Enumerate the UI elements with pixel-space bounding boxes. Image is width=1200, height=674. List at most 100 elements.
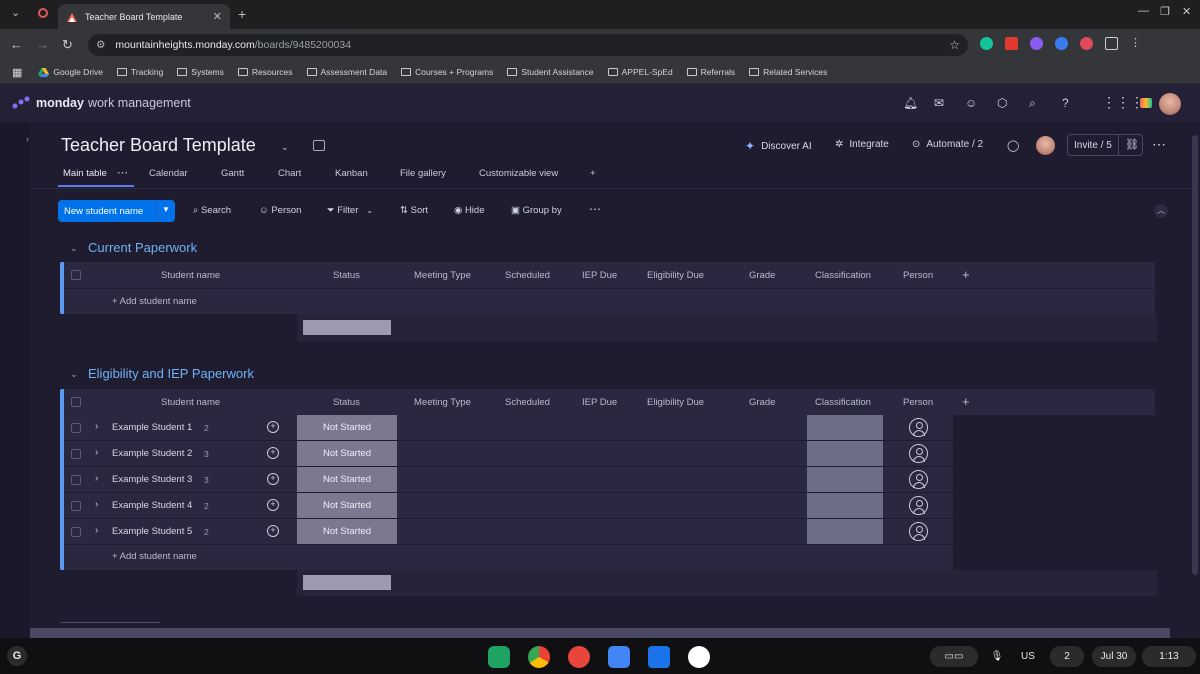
group-collapse-chevron-icon[interactable]: ⌄ bbox=[70, 369, 78, 380]
row-checkbox[interactable] bbox=[71, 475, 81, 485]
status-cell[interactable]: Not Started bbox=[297, 493, 397, 518]
expand-row-chevron-icon[interactable]: › bbox=[95, 525, 98, 536]
vertical-scrollbar[interactable] bbox=[1192, 135, 1198, 575]
column-header-classification[interactable]: Classification bbox=[815, 397, 871, 408]
person-filter-button[interactable]: ☺ Person bbox=[259, 205, 301, 216]
chrome-app-icon[interactable] bbox=[528, 646, 550, 668]
column-header-meeting-type[interactable]: Meeting Type bbox=[414, 270, 471, 281]
bookmark-student-assistance[interactable]: Student Assistance bbox=[507, 67, 594, 77]
expand-sidebar-icon[interactable]: › bbox=[26, 134, 29, 144]
student-name-cell[interactable]: Example Student 2 bbox=[112, 448, 192, 459]
paint-app-icon[interactable] bbox=[568, 646, 590, 668]
docs-app-icon[interactable] bbox=[608, 646, 630, 668]
person-assign-icon[interactable] bbox=[909, 444, 928, 463]
notifications-bell-icon[interactable]: 🔔︎ bbox=[903, 96, 918, 110]
status-cell[interactable]: Not Started bbox=[297, 441, 397, 466]
classification-cell[interactable] bbox=[807, 415, 883, 440]
add-column-button[interactable]: + bbox=[962, 394, 970, 409]
column-header-status[interactable]: Status bbox=[333, 397, 360, 408]
close-tab-icon[interactable]: ✕ bbox=[213, 10, 222, 23]
new-item-dropdown-icon[interactable]: ▼ bbox=[162, 205, 170, 214]
bookmark-systems[interactable]: Systems bbox=[177, 67, 224, 77]
column-header-grade[interactable]: Grade bbox=[749, 270, 775, 281]
column-header-classification[interactable]: Classification bbox=[815, 270, 871, 281]
apps-grid-icon[interactable]: ▦ bbox=[12, 66, 22, 79]
column-header-student-name[interactable]: Student name bbox=[161, 397, 220, 408]
student-name-cell[interactable]: Example Student 1 bbox=[112, 422, 192, 433]
classification-cell[interactable] bbox=[807, 441, 883, 466]
expand-row-chevron-icon[interactable]: › bbox=[95, 421, 98, 432]
add-update-icon[interactable]: + bbox=[267, 421, 279, 433]
reload-icon[interactable]: ↻ bbox=[62, 37, 73, 53]
gmail-app-icon[interactable] bbox=[688, 646, 710, 668]
add-student-row[interactable]: + Add student name bbox=[112, 296, 197, 307]
microphone-icon[interactable]: 🎙︎ bbox=[986, 646, 1008, 667]
back-icon[interactable]: ← bbox=[10, 37, 23, 52]
maximize-icon[interactable]: ❐ bbox=[1160, 5, 1170, 18]
status-cell[interactable]: Not Started bbox=[297, 415, 397, 440]
column-header-eligibility-due[interactable]: Eligibility Due bbox=[647, 270, 704, 281]
filter-chevron-down-icon[interactable]: ⌄ bbox=[366, 206, 373, 215]
person-assign-icon[interactable] bbox=[909, 496, 928, 515]
person-assign-icon[interactable] bbox=[909, 470, 928, 489]
invite-members-icon[interactable]: ☺︎ bbox=[965, 96, 977, 110]
classification-cell[interactable] bbox=[807, 493, 883, 518]
comments-icon[interactable]: ◯ bbox=[1007, 139, 1019, 152]
status-cell[interactable]: Not Started bbox=[297, 519, 397, 544]
classroom-app-icon[interactable] bbox=[488, 646, 510, 668]
files-app-icon[interactable] bbox=[648, 646, 670, 668]
new-student-button[interactable]: New student name ▼ bbox=[58, 200, 175, 222]
tab-calendar[interactable]: Calendar bbox=[149, 168, 188, 179]
tab-gantt[interactable]: Gantt bbox=[221, 168, 244, 179]
tote-icon[interactable]: ▭▭ bbox=[930, 646, 978, 667]
classification-cell[interactable] bbox=[807, 519, 883, 544]
search-button[interactable]: ⌕ Search bbox=[193, 205, 231, 216]
record-icon[interactable] bbox=[38, 8, 48, 18]
row-checkbox[interactable] bbox=[71, 423, 81, 433]
pdf-extension-icon[interactable] bbox=[1005, 37, 1018, 50]
row-checkbox[interactable] bbox=[71, 527, 81, 537]
add-update-icon[interactable]: + bbox=[267, 525, 279, 537]
discover-ai-button[interactable]: ✦ Discover AI bbox=[745, 139, 812, 153]
invite-button[interactable]: Invite / 5 ⛓ bbox=[1067, 134, 1143, 156]
column-header-person[interactable]: Person bbox=[903, 270, 933, 281]
add-column-button[interactable]: + bbox=[962, 267, 970, 282]
group-title-eligibility-iep[interactable]: Eligibility and IEP Paperwork bbox=[88, 366, 254, 381]
column-header-scheduled[interactable]: Scheduled bbox=[505, 270, 550, 281]
site-settings-icon[interactable]: ⚙ bbox=[96, 39, 105, 51]
column-header-person[interactable]: Person bbox=[903, 397, 933, 408]
column-header-iep-due[interactable]: IEP Due bbox=[582, 270, 617, 281]
bookmark-referrals[interactable]: Referrals bbox=[686, 67, 735, 77]
expand-row-chevron-icon[interactable]: › bbox=[95, 473, 98, 484]
student-name-cell[interactable]: Example Student 5 bbox=[112, 526, 192, 537]
bookmark-appel-sped[interactable]: APPEL-SpEd bbox=[607, 67, 673, 77]
person-assign-icon[interactable] bbox=[909, 418, 928, 437]
expand-row-chevron-icon[interactable]: › bbox=[95, 499, 98, 510]
student-name-cell[interactable]: Example Student 3 bbox=[112, 474, 192, 485]
automate-button[interactable]: ⊙ Automate / 2 bbox=[912, 139, 983, 150]
add-update-icon[interactable]: + bbox=[267, 473, 279, 485]
keyboard-layout[interactable]: US bbox=[1014, 646, 1042, 667]
help-icon[interactable]: ? bbox=[1062, 96, 1069, 110]
tab-customizable-view[interactable]: Customizable view bbox=[479, 168, 558, 179]
column-header-iep-due[interactable]: IEP Due bbox=[582, 397, 617, 408]
minimize-icon[interactable]: — bbox=[1138, 5, 1149, 17]
add-update-icon[interactable]: + bbox=[267, 447, 279, 459]
inbox-icon[interactable]: ✉︎ bbox=[934, 96, 944, 110]
column-header-grade[interactable]: Grade bbox=[749, 397, 775, 408]
view-options-icon[interactable]: ⋯ bbox=[117, 166, 128, 179]
date-display[interactable]: Jul 30 bbox=[1092, 646, 1136, 667]
purple-extension-icon[interactable] bbox=[1030, 37, 1043, 50]
horizontal-scrollbar[interactable] bbox=[30, 628, 1170, 638]
tab-file-gallery[interactable]: File gallery bbox=[400, 168, 446, 179]
bookmark-tracking[interactable]: Tracking bbox=[117, 67, 163, 77]
column-header-status[interactable]: Status bbox=[333, 270, 360, 281]
url-field[interactable]: ⚙ mountainheights.monday.com/boards/9485… bbox=[88, 34, 968, 56]
bookmark-related-services[interactable]: Related Services bbox=[749, 67, 827, 77]
monday-logo[interactable]: monday work management bbox=[12, 96, 191, 110]
add-view-button[interactable]: + bbox=[590, 168, 596, 179]
bookmark-star-icon[interactable]: ☆ bbox=[949, 38, 960, 52]
launcher-button[interactable]: G bbox=[7, 646, 27, 666]
add-update-icon[interactable]: + bbox=[267, 499, 279, 511]
expand-row-chevron-icon[interactable]: › bbox=[95, 447, 98, 458]
